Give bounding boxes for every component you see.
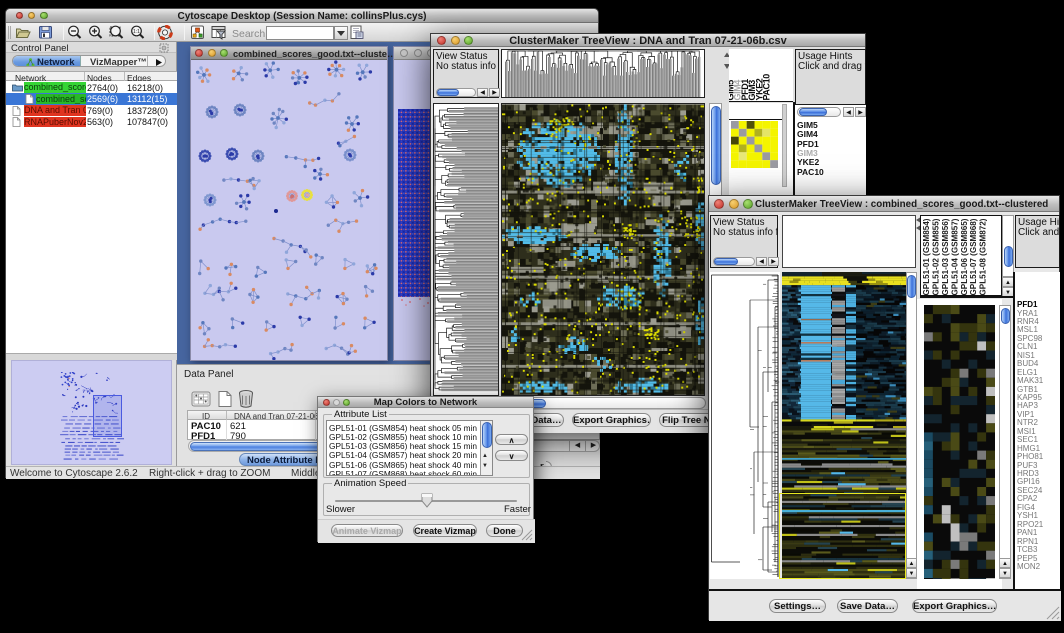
svg-text:GPL51-03 (GSM856): GPL51-03 (GSM856) xyxy=(941,218,950,295)
svg-text:1:1: 1:1 xyxy=(133,29,140,35)
svg-text:GPL51-04 (GSM857): GPL51-04 (GSM857) xyxy=(950,218,959,295)
svg-text:PAC10: PAC10 xyxy=(762,74,772,101)
svg-text:GPL51-06 (GSM865): GPL51-06 (GSM865) xyxy=(960,218,969,295)
svg-text:GPL51-02 (GSM855): GPL51-02 (GSM855) xyxy=(932,218,941,295)
svg-text:GPL51-07 (GSM868): GPL51-07 (GSM868) xyxy=(969,218,978,295)
svg-text:GPL51-01 (GSM854): GPL51-01 (GSM854) xyxy=(922,218,931,295)
svg-text:GPL51-08 (GSM872): GPL51-08 (GSM872) xyxy=(979,218,988,295)
